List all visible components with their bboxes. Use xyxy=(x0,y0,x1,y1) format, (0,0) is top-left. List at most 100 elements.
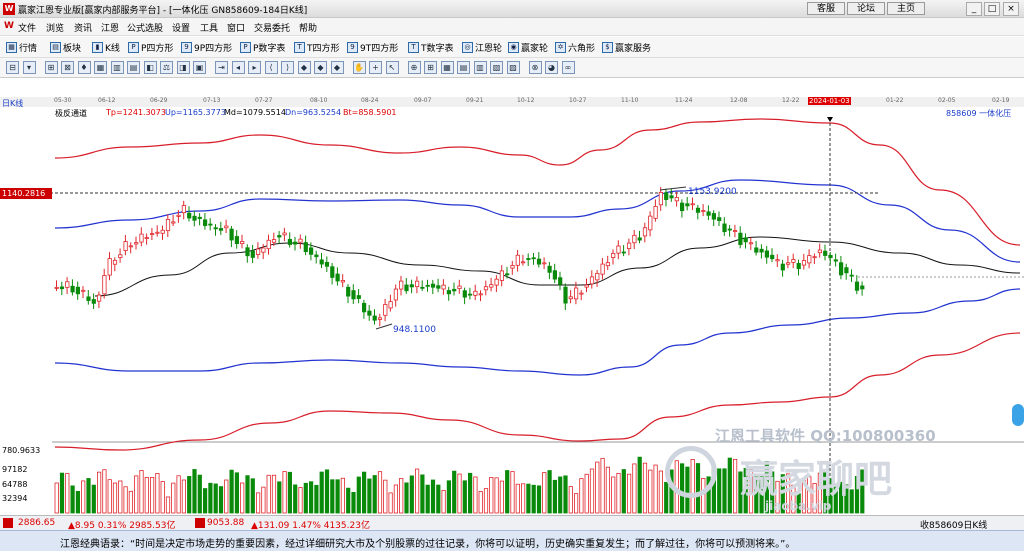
volume-bar xyxy=(393,484,399,514)
volume-bar xyxy=(642,462,648,514)
circle-icon[interactable]: ⊗ xyxy=(528,61,542,74)
tool-kline[interactable]: ▮ K线 xyxy=(92,41,120,54)
current-date-tick: 2024-01-03 xyxy=(808,97,851,105)
tool-p-square[interactable]: P P四方形 xyxy=(128,41,173,54)
menu-trade[interactable]: 交易委托 xyxy=(254,21,290,34)
box-icon[interactable]: ▣ xyxy=(193,61,206,74)
candle xyxy=(234,236,239,244)
maximize-button[interactable]: □ xyxy=(984,2,1000,16)
prev-icon[interactable]: ◂ xyxy=(231,61,245,74)
first-icon[interactable]: ⇥ xyxy=(215,61,228,74)
infinity-icon[interactable]: ∞ xyxy=(561,61,575,74)
close-button[interactable]: × xyxy=(1003,2,1019,16)
volume-bar xyxy=(330,479,335,514)
candle xyxy=(54,286,59,289)
tool-t-square[interactable]: T T四方形 xyxy=(294,41,340,54)
tool-quote[interactable]: ▦ 行情 xyxy=(6,41,37,54)
grid-icon[interactable]: ⊞ xyxy=(44,61,58,74)
mark-b-icon[interactable]: ◆ xyxy=(314,61,327,74)
tool-hexagon[interactable]: ✡ 六角形 xyxy=(555,41,595,54)
tool-p-table[interactable]: P P数字表 xyxy=(240,41,285,54)
columns-icon[interactable]: ▥ xyxy=(110,61,124,74)
link-forum[interactable]: 论坛 xyxy=(847,2,885,15)
menu-gann[interactable]: 江恩 xyxy=(101,21,119,34)
candle xyxy=(680,202,685,212)
table-e-icon[interactable]: ▧ xyxy=(490,61,503,74)
tool-gann-wheel[interactable]: ◎ 江恩轮 xyxy=(462,41,502,54)
dropdown-icon[interactable]: ▾ xyxy=(22,61,36,74)
hand-icon[interactable]: ✋ xyxy=(352,61,366,74)
menu-help[interactable]: 帮助 xyxy=(299,21,317,34)
volume-bar xyxy=(165,496,171,514)
bars-icon[interactable]: ▦ xyxy=(94,61,107,74)
pie-icon[interactable]: ◕ xyxy=(545,61,558,74)
volume-bar xyxy=(467,472,473,514)
scale-icon[interactable]: ⚖ xyxy=(160,61,173,74)
table-c-icon[interactable]: ▤ xyxy=(457,61,470,74)
zoom-out-icon[interactable]: ⟨ xyxy=(264,61,278,74)
candle xyxy=(611,252,616,258)
candle xyxy=(478,293,483,296)
layout-icon[interactable]: ⊟ xyxy=(6,61,19,74)
candle xyxy=(817,249,823,254)
next-icon[interactable]: ▸ xyxy=(248,61,261,74)
menu-formula[interactable]: 公式选股 xyxy=(127,21,163,34)
candle xyxy=(367,310,372,316)
minimize-button[interactable]: _ xyxy=(966,2,982,16)
quote-icon: ▦ xyxy=(6,42,17,53)
period-icon[interactable]: ⊠ xyxy=(61,61,74,74)
volume-bar xyxy=(658,470,664,514)
half-icon[interactable]: ◧ xyxy=(143,61,157,74)
zoom-in-icon[interactable]: ⟩ xyxy=(281,61,294,74)
candle xyxy=(187,212,192,219)
mark-c-icon[interactable]: ◆ xyxy=(330,61,344,74)
winner-wheel-icon: ◉ xyxy=(508,42,519,53)
gann-fan-icon[interactable]: ⊕ xyxy=(407,61,421,74)
candle xyxy=(801,260,807,266)
link-service[interactable]: 客服 xyxy=(807,2,845,15)
candle xyxy=(218,228,224,231)
volume-bar xyxy=(155,473,160,514)
tool-9t-square[interactable]: 9 9T四方形 xyxy=(347,41,398,54)
candle xyxy=(791,259,796,263)
tool-service[interactable]: $ 赢家服务 xyxy=(602,41,651,54)
volume-bar xyxy=(579,478,584,514)
rows-icon[interactable]: ▤ xyxy=(127,61,140,74)
volume-bar xyxy=(372,475,377,514)
candle xyxy=(102,275,107,295)
table-d-icon[interactable]: ▥ xyxy=(473,61,487,74)
menu-news[interactable]: 资讯 xyxy=(74,21,92,34)
table-b-icon[interactable]: ▦ xyxy=(440,61,454,74)
cross-icon[interactable]: + xyxy=(369,61,382,74)
table-f-icon[interactable]: ▨ xyxy=(506,61,520,74)
menu-browse[interactable]: 浏览 xyxy=(46,21,64,34)
side-scroll-handle[interactable] xyxy=(1012,404,1024,426)
volume-bar xyxy=(563,475,568,514)
tool-t-table[interactable]: T T数字表 xyxy=(408,41,454,54)
volume-bar xyxy=(611,476,616,514)
tool-sector[interactable]: ▤ 板块 xyxy=(50,41,81,54)
split-icon[interactable]: ◨ xyxy=(176,61,190,74)
candle xyxy=(770,254,775,260)
menu-tools[interactable]: 工具 xyxy=(200,21,218,34)
tool-winner-wheel[interactable]: ◉ 赢家轮 xyxy=(508,41,548,54)
menu-window[interactable]: 窗口 xyxy=(227,21,245,34)
t-square-icon: T xyxy=(294,42,305,53)
menu-settings[interactable]: 设置 xyxy=(172,21,190,34)
link-home[interactable]: 主页 xyxy=(887,2,925,15)
volume-bar xyxy=(277,481,282,514)
tool-9p-square[interactable]: 9 9P四方形 xyxy=(181,41,232,54)
gann-quote-text: 江恩经典语录：“时间是决定市场走势的重要因素，经过详细研究大市及个别股票的过往记… xyxy=(60,539,796,550)
volume-bar xyxy=(499,480,505,514)
diamond-icon[interactable]: ♦ xyxy=(77,61,91,74)
volume-bar xyxy=(600,457,605,514)
candle xyxy=(515,254,520,266)
volume-bar xyxy=(176,475,181,514)
table-a-icon[interactable]: ⊞ xyxy=(424,61,437,74)
candle xyxy=(282,232,287,236)
mark-a-icon[interactable]: ◆ xyxy=(297,61,311,74)
candle xyxy=(780,263,785,271)
date-tick: 08-10 xyxy=(310,97,328,104)
menu-file[interactable]: 文件 xyxy=(18,21,36,34)
pointer-icon[interactable]: ↖ xyxy=(385,61,399,74)
